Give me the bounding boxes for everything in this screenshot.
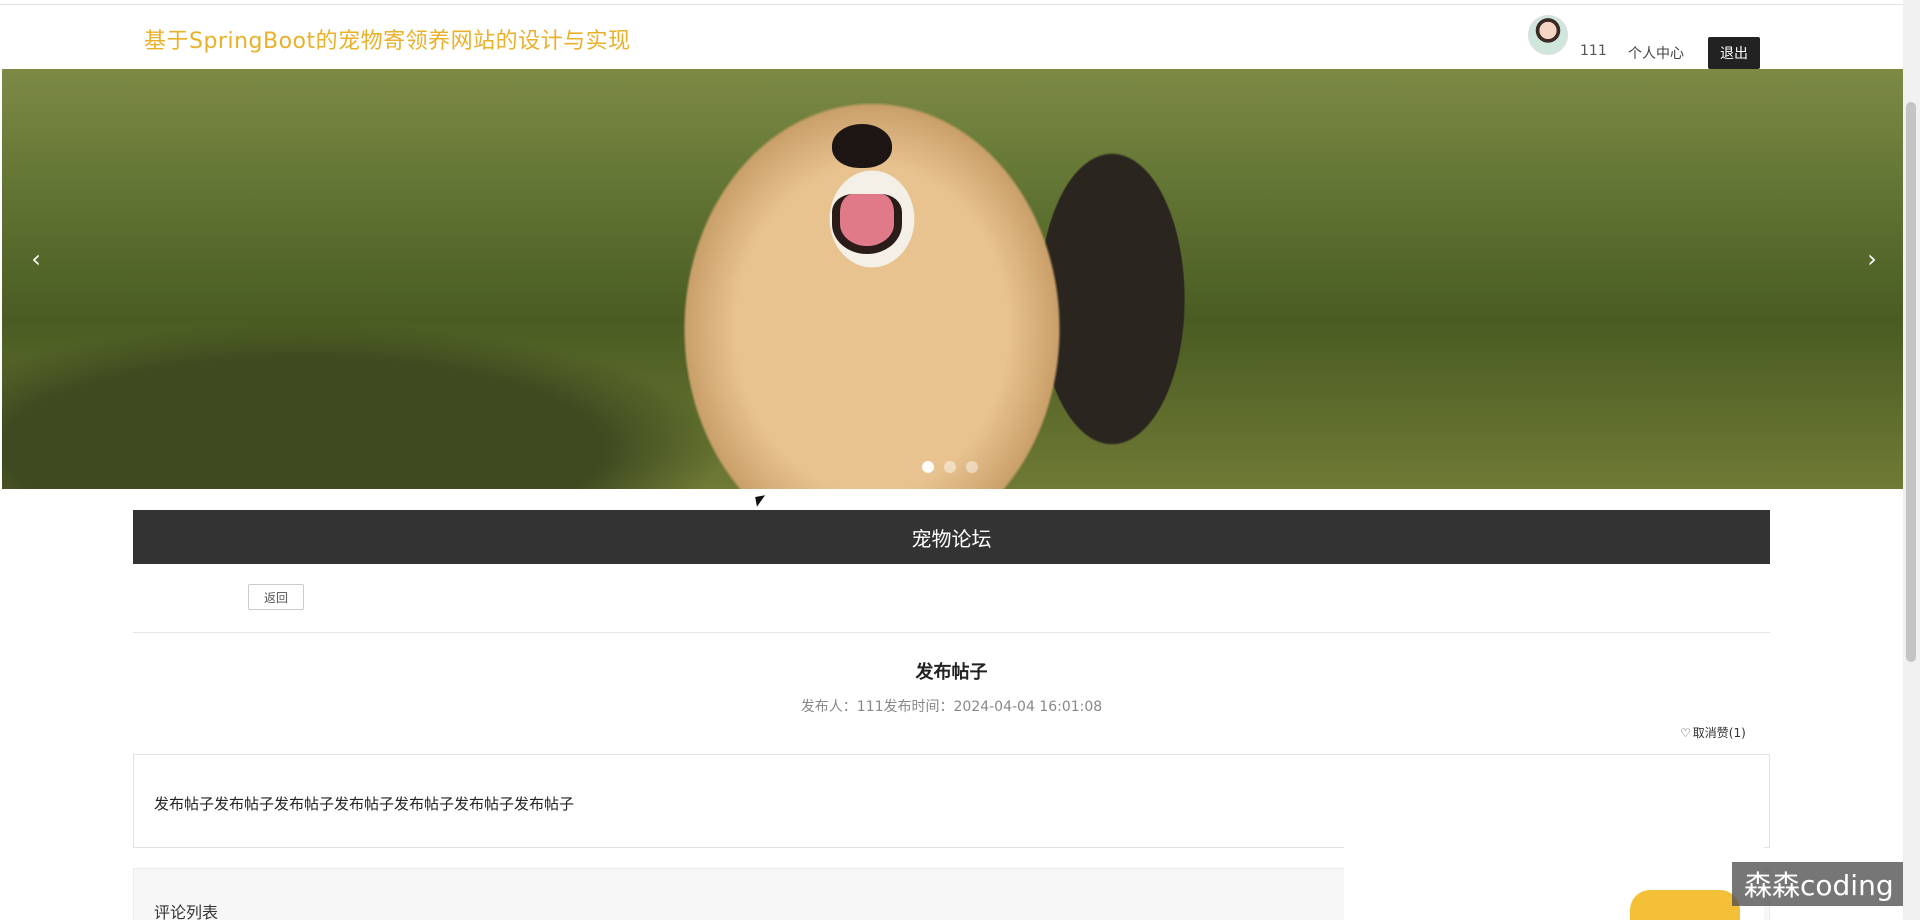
site-header: 基于SpringBoot的宠物寄领养网站的设计与实现 111 个人中心 退出 [0, 5, 1903, 69]
post-title: 发布帖子 [915, 662, 988, 683]
carousel-dot[interactable] [922, 461, 934, 473]
username-label: 111 [1580, 43, 1607, 59]
mouse-cursor-icon [755, 495, 767, 507]
banner-carousel: ‹ › [2, 69, 1903, 489]
overlay-gold-shape [1630, 890, 1740, 920]
heart-icon: ♡ [1680, 725, 1691, 740]
divider [133, 632, 1770, 633]
comments-title: 评论列表 [154, 903, 219, 920]
banner-image-nose [832, 124, 892, 168]
unlike-button[interactable]: ♡ 取消赞(1) [1680, 724, 1746, 741]
carousel-dot[interactable] [944, 461, 956, 473]
post-content: 发布帖子发布帖子发布帖子发布帖子发布帖子发布帖子发布帖子 [154, 795, 575, 813]
profile-link[interactable]: 个人中心 [1628, 43, 1684, 63]
logout-button[interactable]: 退出 [1708, 37, 1760, 69]
carousel-dots [922, 461, 978, 473]
avatar[interactable] [1528, 15, 1568, 55]
section-title-bar: 宠物论坛 [133, 510, 1770, 564]
scrollbar-thumb[interactable] [1906, 102, 1916, 662]
unlike-label: 取消赞(1) [1692, 726, 1746, 740]
carousel-next-arrow-icon[interactable]: › [1852, 229, 1892, 289]
site-title[interactable]: 基于SpringBoot的宠物寄领养网站的设计与实现 [144, 23, 631, 55]
back-button[interactable]: 返回 [248, 584, 304, 610]
page: 基于SpringBoot的宠物寄领养网站的设计与实现 111 个人中心 退出 ‹… [0, 0, 1920, 920]
post-meta: 发布人：111发布时间：2024-04-04 16:01:08 [800, 699, 1103, 715]
banner-image-tongue [832, 194, 902, 254]
watermark: 森森coding [1732, 862, 1920, 906]
carousel-dot[interactable] [966, 461, 978, 473]
carousel-prev-arrow-icon[interactable]: ‹ [16, 229, 56, 289]
